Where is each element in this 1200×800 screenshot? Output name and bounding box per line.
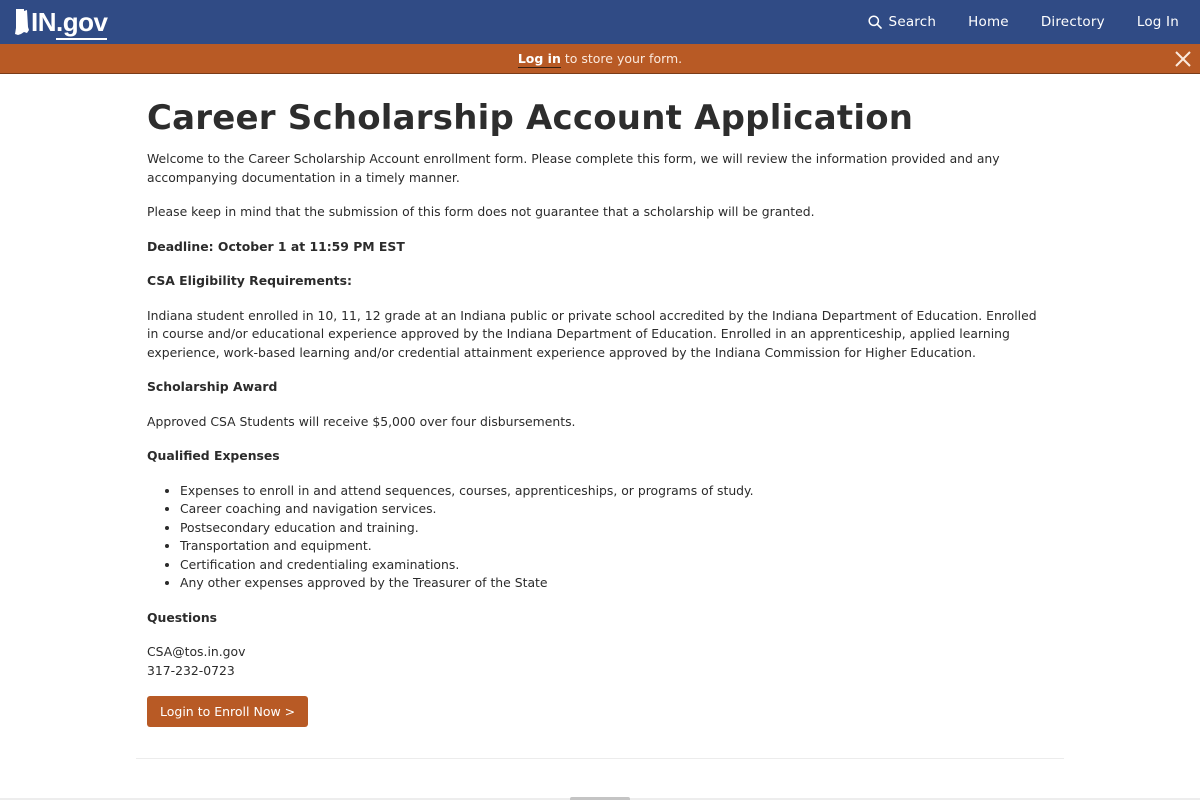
main-nav: Search Home Directory Log In xyxy=(857,0,1200,44)
banner-message-text: to store your form. xyxy=(560,51,683,66)
nav-directory[interactable]: Directory xyxy=(1041,14,1105,30)
login-banner: Log in to store your form. xyxy=(0,44,1200,74)
award-text: Approved CSA Students will receive $5,00… xyxy=(147,413,576,429)
intro-text: Welcome to the Career Scholarship Accoun… xyxy=(147,151,1000,185)
contact-info: CSA@tos.in.gov 317-232-0723 xyxy=(147,643,1047,680)
contact-email: CSA@tos.in.gov xyxy=(147,644,246,659)
logo-text-suffix: .gov xyxy=(56,7,108,37)
list-item: Expenses to enroll in and attend sequenc… xyxy=(180,482,1047,501)
eligibility-heading: CSA Eligibility Requirements: xyxy=(147,273,352,288)
list-item: Transportation and equipment. xyxy=(180,537,1047,556)
banner-log-in-link[interactable]: Log in xyxy=(517,51,561,68)
nav-search-label: Search xyxy=(888,14,937,30)
nav-home[interactable]: Home xyxy=(968,14,1009,30)
main-content: Career Scholarship Account Application W… xyxy=(147,96,1047,727)
expenses-heading: Qualified Expenses xyxy=(147,448,280,463)
in-gov-logo[interactable]: IN.gov xyxy=(14,6,108,38)
banner-message: Log in to store your form. xyxy=(0,44,1200,74)
top-navigation-bar: IN.gov Search Home Directory Log In xyxy=(0,0,1200,44)
disclaimer-text: Please keep in mind that the submission … xyxy=(147,204,815,219)
nav-log-in[interactable]: Log In xyxy=(1137,14,1179,30)
questions-heading: Questions xyxy=(147,609,218,625)
indiana-state-icon xyxy=(15,9,29,35)
content-divider xyxy=(136,758,1064,759)
award-heading: Scholarship Award xyxy=(147,379,278,394)
list-item: Any other expenses approved by the Treas… xyxy=(180,574,1047,593)
list-item: Postsecondary education and training. xyxy=(180,519,1047,538)
login-to-enroll-button[interactable]: Login to Enroll Now > xyxy=(147,696,309,727)
expenses-list: Expenses to enroll in and attend sequenc… xyxy=(180,482,1047,593)
search-icon xyxy=(867,15,882,29)
list-item: Career coaching and navigation services. xyxy=(180,500,1047,519)
eligibility-text: Indiana student enrolled in 10, 11, 12 g… xyxy=(147,307,1037,360)
page-title: Career Scholarship Account Application xyxy=(147,98,914,138)
deadline-text: Deadline: October 1 at 11:59 PM EST xyxy=(147,238,405,254)
logo-text: IN.gov xyxy=(31,7,108,37)
banner-close-button[interactable] xyxy=(1172,48,1194,70)
logo-text-main: IN xyxy=(31,7,57,37)
nav-search[interactable]: Search xyxy=(867,14,937,30)
contact-phone: 317-232-0723 xyxy=(147,662,235,678)
list-item: Certification and credentialing examinat… xyxy=(180,556,1047,575)
close-icon xyxy=(1175,51,1191,67)
